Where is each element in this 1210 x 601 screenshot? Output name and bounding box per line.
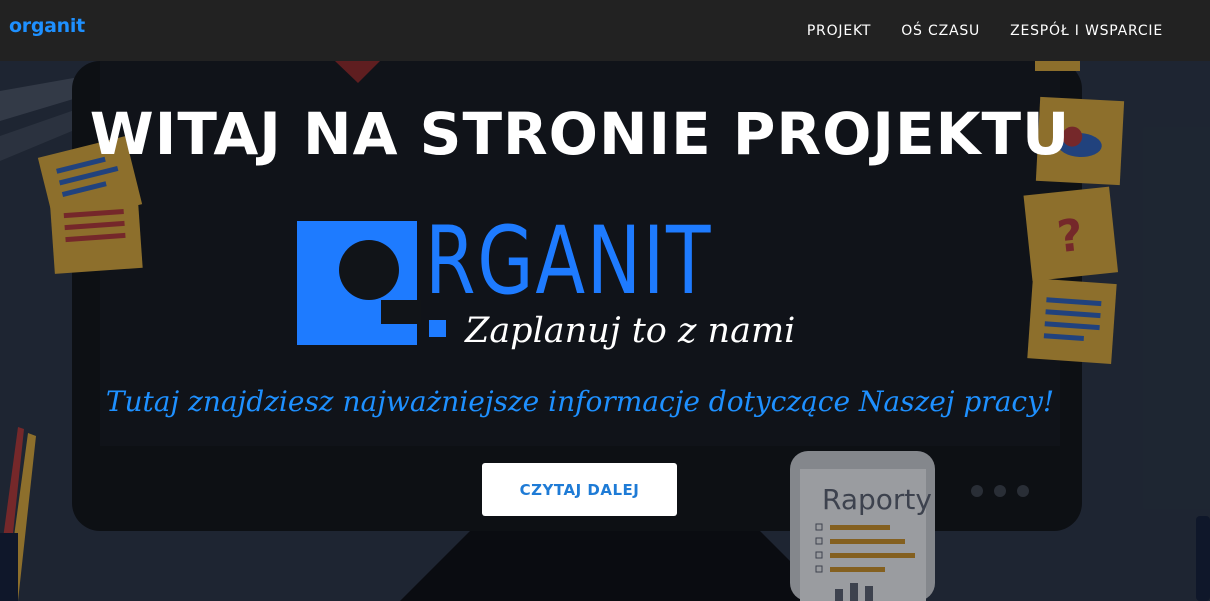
nav-link-os-czasu[interactable]: OŚ CZASU (901, 23, 980, 39)
logo-wordmark: RGANIT (425, 207, 713, 316)
brand-link[interactable]: organit (9, 15, 85, 37)
logo-tagline: Zaplanuj to z nami (465, 311, 796, 351)
logo-o-hole (339, 240, 399, 300)
read-more-button[interactable]: CZYTAJ DALEJ (482, 463, 677, 516)
navbar: organit PROJEKT OŚ CZASU ZESPÓŁ I WSPARC… (0, 0, 1210, 61)
logo-o-notch (381, 300, 421, 324)
main-nav: PROJEKT OŚ CZASU ZESPÓŁ I WSPARCIE (807, 0, 1163, 61)
hero-subtitle: Tutaj znajdziesz najważniejsze informacj… (105, 385, 1055, 418)
organit-logo: RGANIT Zaplanuj to z nami (297, 207, 857, 351)
nav-link-zespol[interactable]: ZESPÓŁ I WSPARCIE (1010, 23, 1163, 39)
logo-dot (429, 320, 446, 337)
nav-link-projekt[interactable]: PROJEKT (807, 23, 871, 39)
hero-title: WITAJ NA STRONIE PROJEKTU (89, 100, 1071, 168)
